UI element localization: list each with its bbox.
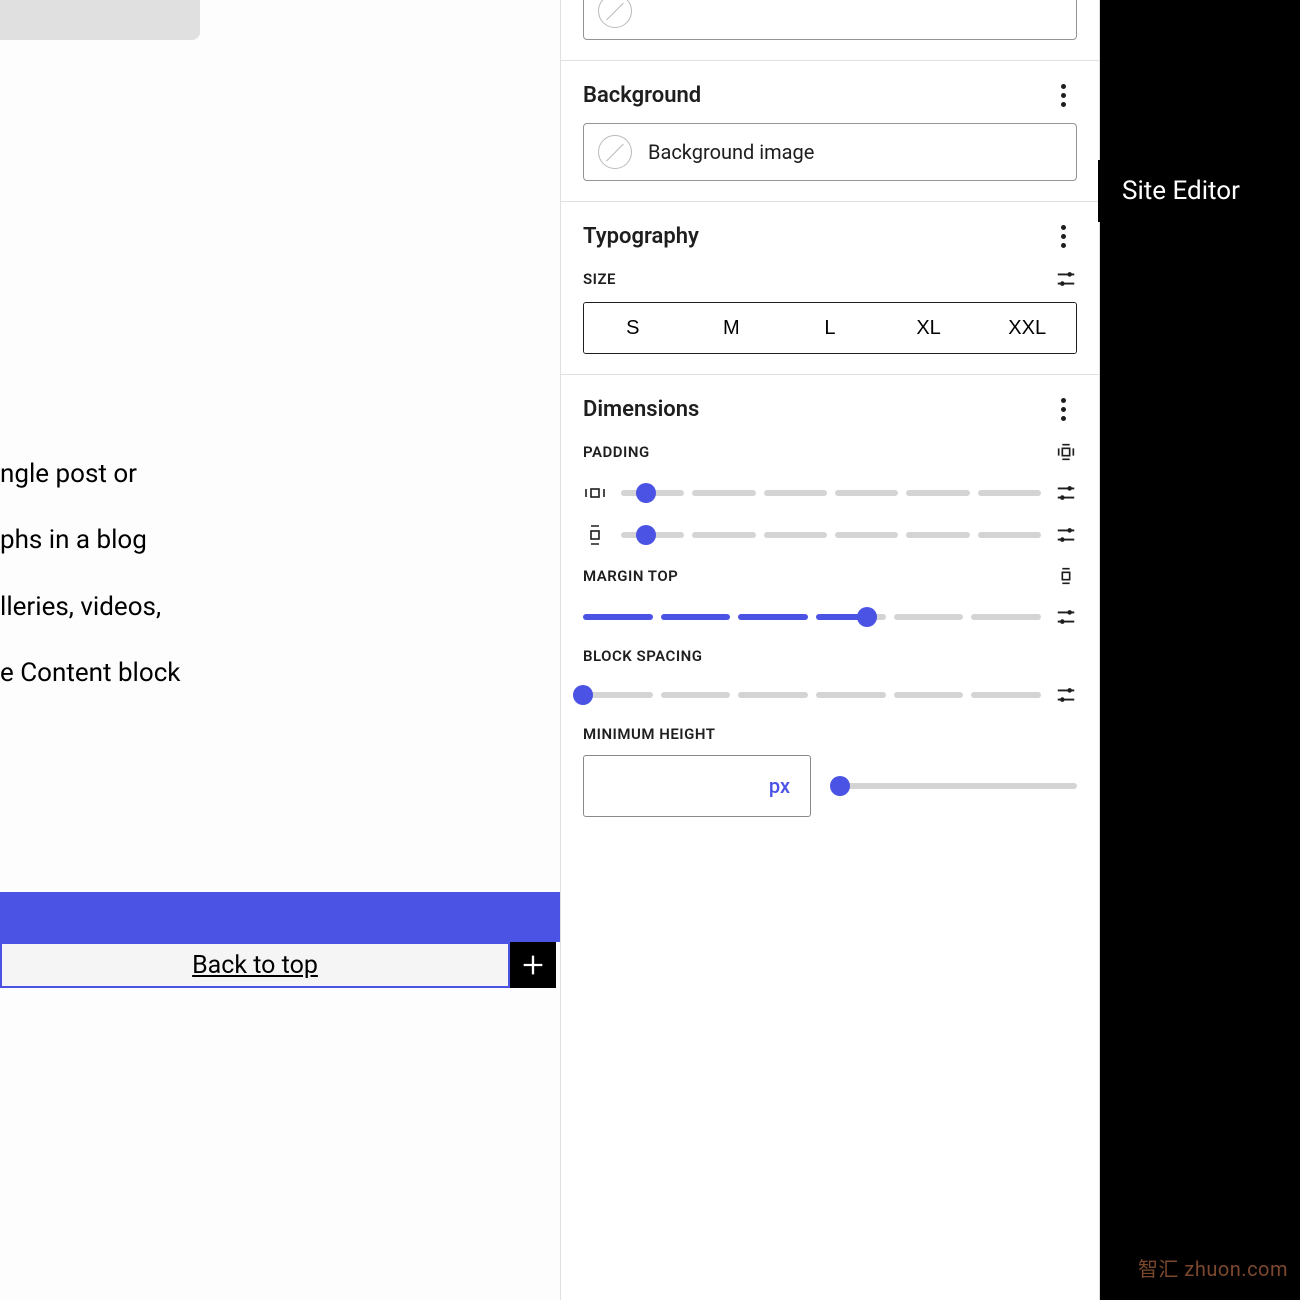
- size-option-m[interactable]: M: [682, 303, 781, 353]
- padding-link-sides-button[interactable]: [1055, 441, 1077, 463]
- min-height-input[interactable]: px: [583, 755, 811, 817]
- section-title-background: Background: [583, 83, 701, 108]
- dimensions-more-button[interactable]: [1049, 395, 1077, 423]
- editor-canvas[interactable]: ngle post or phs in a blog lleries, vide…: [0, 0, 560, 1300]
- image-field[interactable]: [583, 0, 1077, 40]
- sliders-icon: [1055, 268, 1077, 290]
- sliders-icon: [1055, 684, 1077, 706]
- back-to-top-link[interactable]: Back to top: [192, 951, 318, 980]
- sliders-icon: [1055, 606, 1077, 628]
- add-block-button[interactable]: [510, 942, 556, 988]
- back-to-top-block[interactable]: Back to top: [0, 942, 510, 988]
- plus-icon: [519, 951, 547, 979]
- size-option-s[interactable]: S: [584, 303, 682, 353]
- sliders-icon: [1055, 524, 1077, 546]
- block-spacing-custom-button[interactable]: [1055, 684, 1077, 706]
- background-image-field[interactable]: Background image: [583, 123, 1077, 181]
- section-title-typography: Typography: [583, 224, 699, 249]
- background-section: Background Background image: [561, 60, 1099, 201]
- horizontal-axis-icon: [583, 481, 607, 505]
- font-size-buttongroup: S M L XL XXL: [583, 302, 1077, 354]
- margin-top-label: MARGIN TOP: [583, 567, 678, 585]
- padding-horizontal-slider[interactable]: [621, 481, 1041, 505]
- background-image-label: Background image: [648, 140, 814, 164]
- min-height-unit[interactable]: px: [769, 774, 790, 798]
- margin-link-sides-button[interactable]: [1055, 565, 1077, 587]
- margin-top-custom-button[interactable]: [1055, 606, 1077, 628]
- image-field-label: [648, 0, 653, 23]
- featured-image-placeholder: [0, 0, 200, 40]
- dimensions-section: Dimensions PADDING: [561, 374, 1099, 857]
- margin-top-row: [583, 605, 1077, 629]
- size-option-xxl[interactable]: XXL: [977, 303, 1076, 353]
- text-line: phs in a blog: [0, 520, 181, 560]
- block-settings-panel: Background Background image Typography S…: [560, 0, 1100, 1300]
- typography-section: Typography SIZE S M L XL XXL: [561, 201, 1099, 374]
- link-sides-icon: [1055, 565, 1077, 587]
- padding-vertical-custom-button[interactable]: [1055, 524, 1077, 546]
- size-option-l[interactable]: L: [780, 303, 879, 353]
- link-sides-icon: [1055, 441, 1077, 463]
- min-height-label: MINIMUM HEIGHT: [583, 725, 715, 743]
- padding-horizontal-row: [583, 481, 1077, 505]
- outside-frame: Site Editor 智汇 zhuon.com: [1100, 0, 1300, 1300]
- min-height-slider[interactable]: [833, 774, 1077, 798]
- site-editor-tooltip: Site Editor: [1098, 160, 1264, 222]
- padding-vertical-slider[interactable]: [621, 523, 1041, 547]
- watermark: 智汇 zhuon.com: [1138, 1253, 1288, 1282]
- none-icon: [598, 0, 632, 28]
- text-line: lleries, videos,: [0, 587, 181, 627]
- padding-vertical-row: [583, 523, 1077, 547]
- block-spacing-slider[interactable]: [583, 683, 1041, 707]
- size-option-xl[interactable]: XL: [879, 303, 978, 353]
- typography-more-button[interactable]: [1049, 222, 1077, 250]
- min-height-row: px: [583, 755, 1077, 817]
- section-title-dimensions: Dimensions: [583, 397, 699, 422]
- none-icon: [598, 135, 632, 169]
- block-spacing-label: BLOCK SPACING: [583, 647, 703, 665]
- text-line: ngle post or: [0, 454, 181, 494]
- content-preview: ngle post or phs in a blog lleries, vide…: [0, 454, 181, 719]
- selected-block-outline[interactable]: [0, 892, 560, 942]
- padding-label: PADDING: [583, 443, 650, 461]
- background-more-button[interactable]: [1049, 81, 1077, 109]
- vertical-axis-icon: [583, 523, 607, 547]
- size-label: SIZE: [583, 270, 616, 288]
- block-spacing-row: [583, 683, 1077, 707]
- text-line: e Content block: [0, 653, 181, 693]
- size-settings-button[interactable]: [1055, 268, 1077, 290]
- margin-top-slider[interactable]: [583, 605, 1041, 629]
- sliders-icon: [1055, 482, 1077, 504]
- padding-horizontal-custom-button[interactable]: [1055, 482, 1077, 504]
